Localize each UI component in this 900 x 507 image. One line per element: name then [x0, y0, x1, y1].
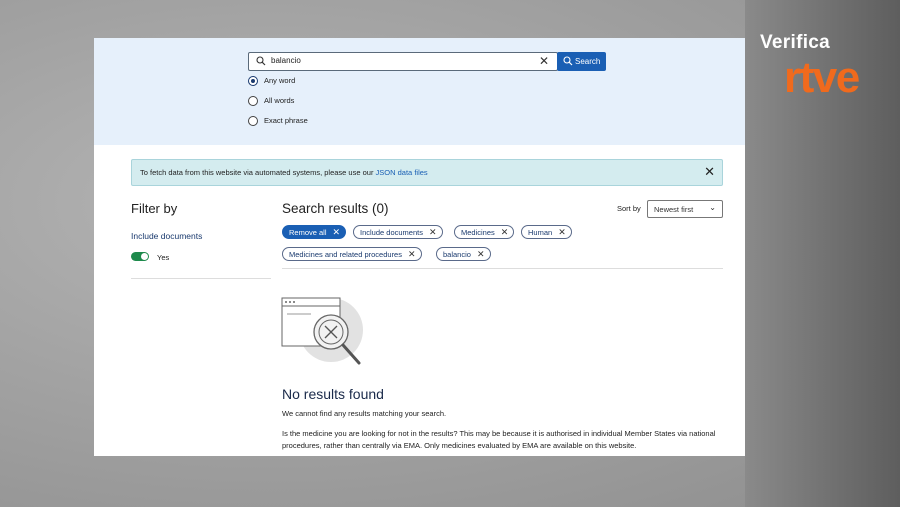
- include-documents-label: Include documents: [131, 231, 203, 241]
- close-notice-icon[interactable]: ✕: [704, 165, 715, 178]
- results-title: Search results (0): [282, 201, 389, 216]
- no-results-title: No results found: [282, 386, 384, 402]
- radio-label: Exact phrase: [264, 116, 308, 125]
- toggle-label: Yes: [157, 253, 170, 262]
- search-icon: [563, 56, 573, 66]
- verifica-rtve-logo: Verifica rtve: [760, 32, 880, 112]
- api-notice-banner: To fetch data from this website via auto…: [131, 159, 723, 186]
- chip-label: Medicines and related procedures: [289, 250, 402, 259]
- chip-label: Remove all: [289, 228, 327, 237]
- chip-label: Human: [528, 228, 553, 237]
- chip-label: Medicines: [461, 228, 495, 237]
- search-query: balancio: [271, 56, 301, 65]
- radio-indicator: [248, 76, 258, 86]
- notice-message: To fetch data from this website via auto…: [140, 168, 376, 177]
- radio-label: Any word: [264, 76, 296, 85]
- search-button[interactable]: Search: [557, 52, 606, 71]
- close-icon: ✕: [428, 227, 437, 237]
- clear-search-icon[interactable]: ✕: [539, 55, 549, 67]
- radio-label: All words: [264, 96, 295, 105]
- logo-verifica-text: Verifica: [760, 32, 831, 53]
- close-icon: ✕: [500, 227, 509, 237]
- chip-label: Include documents: [360, 228, 423, 237]
- chip-balancio[interactable]: balancio ✕: [436, 247, 491, 261]
- divider: [282, 268, 723, 269]
- chip-medicines-related-procedures[interactable]: Medicines and related procedures ✕: [282, 247, 422, 261]
- json-data-files-link[interactable]: JSON data files: [376, 168, 428, 177]
- search-input[interactable]: balancio ✕: [248, 52, 558, 71]
- divider: [131, 278, 271, 279]
- no-results-illustration: [281, 297, 363, 365]
- logo-rtve-text: rtve: [784, 53, 860, 102]
- notice-text: To fetch data from this website via auto…: [140, 168, 428, 177]
- sort-value: Newest first: [654, 205, 694, 214]
- radio-indicator: [248, 96, 258, 106]
- search-icon: [256, 56, 266, 66]
- chevron-down-icon: ⌄: [709, 203, 716, 212]
- no-results-explanation: Is the medicine you are looking for not …: [282, 429, 716, 450]
- chip-medicines[interactable]: Medicines ✕: [454, 225, 515, 239]
- no-results-message: We cannot find any results matching your…: [282, 409, 447, 418]
- chip-label: balancio: [443, 250, 471, 259]
- radio-indicator: [248, 116, 258, 126]
- chip-include-documents[interactable]: Include documents ✕: [353, 225, 443, 239]
- close-icon: ✕: [407, 249, 416, 259]
- include-documents-toggle[interactable]: [131, 252, 149, 261]
- sort-label: Sort by: [617, 204, 641, 213]
- close-icon: ✕: [476, 249, 485, 259]
- chip-remove-all[interactable]: Remove all ✕: [282, 225, 347, 239]
- search-button-label: Search: [575, 57, 601, 66]
- close-icon: ✕: [558, 227, 566, 237]
- close-icon: ✕: [332, 227, 341, 237]
- filter-title: Filter by: [131, 201, 178, 216]
- chip-human[interactable]: Human ✕: [521, 225, 572, 239]
- ema-search-page: balancio ✕ Search Any word All words Exa…: [94, 38, 745, 456]
- sort-select[interactable]: Newest first ⌄: [647, 200, 723, 218]
